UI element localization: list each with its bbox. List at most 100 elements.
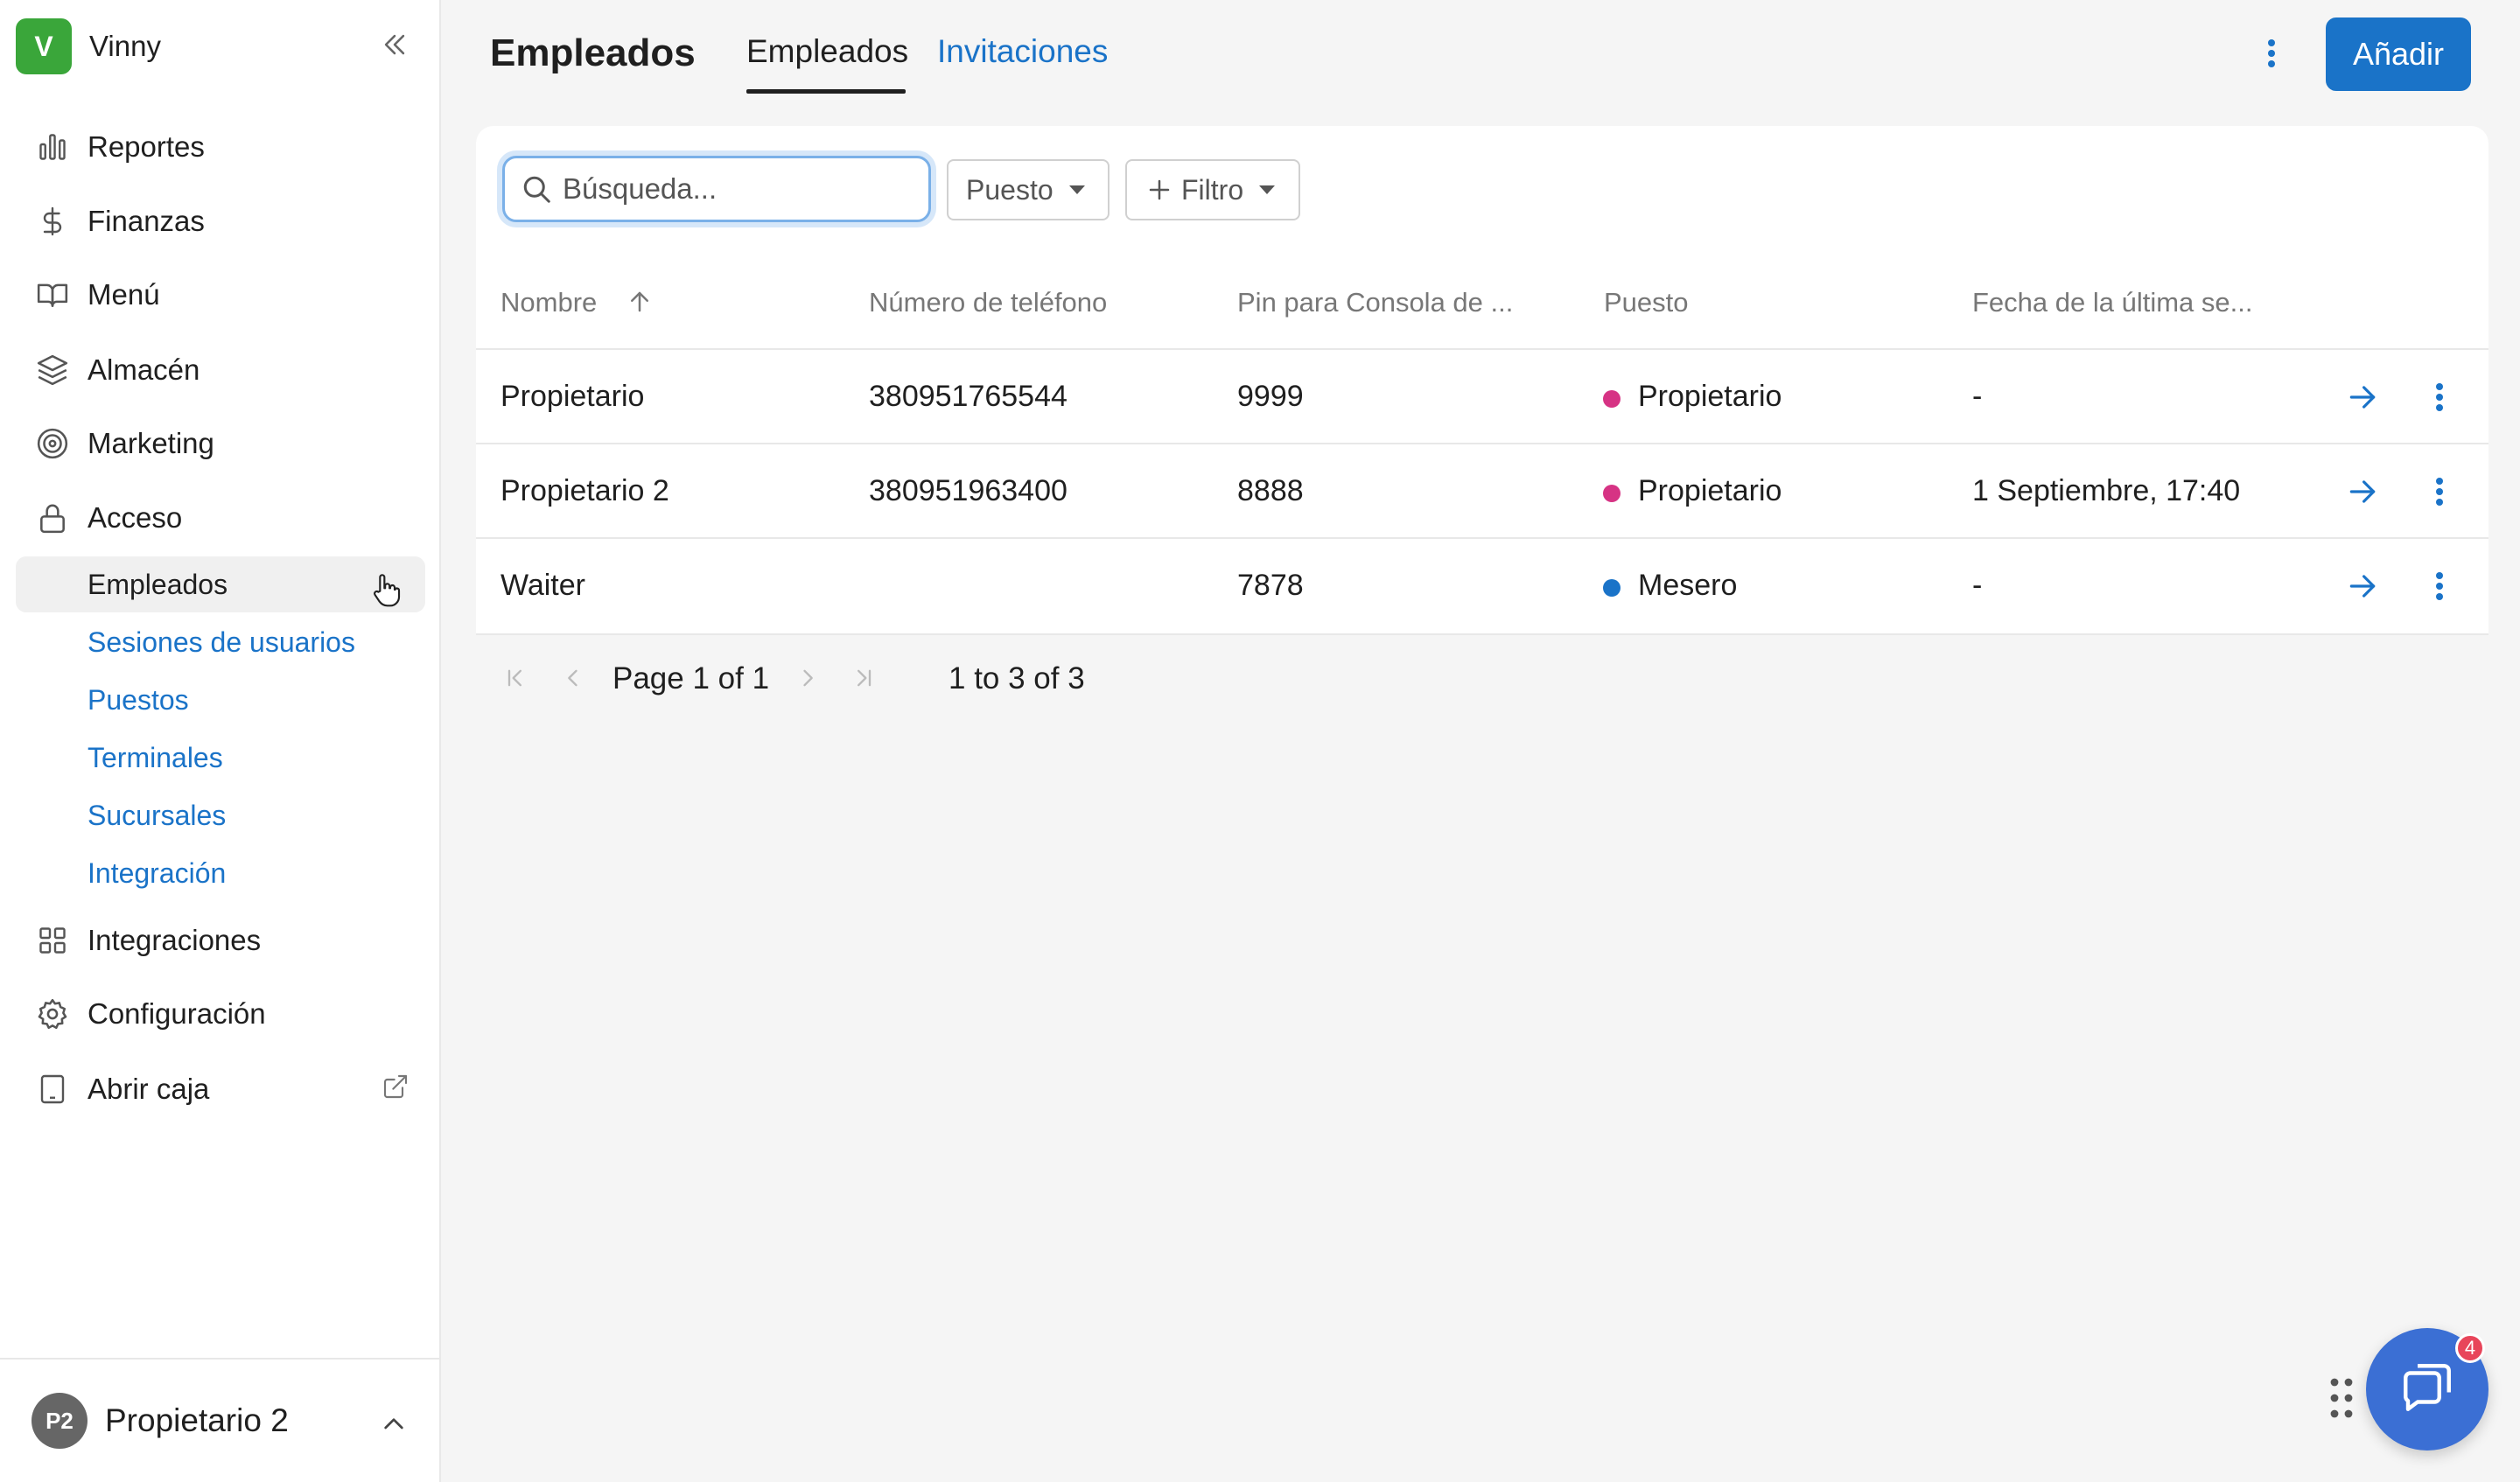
sidebar-item-marketing[interactable]: Marketing: [16, 413, 425, 474]
brand-avatar: V: [16, 18, 72, 74]
collapse-sidebar-button[interactable]: [374, 26, 415, 66]
plus-icon: [1146, 177, 1172, 203]
arrow-right-icon[interactable]: [2343, 472, 2382, 511]
row-options-icon[interactable]: [2422, 378, 2457, 416]
role-color-dot: [1603, 390, 1620, 408]
chevron-up-icon[interactable]: [376, 1407, 411, 1442]
dollar-icon: [33, 202, 72, 241]
sidebar-item-reportes[interactable]: Reportes: [16, 116, 425, 178]
next-page-icon[interactable]: [791, 661, 824, 695]
caret-down-icon: [1068, 185, 1085, 194]
row-options-icon[interactable]: [2422, 567, 2457, 605]
cell-name: Propietario: [500, 380, 645, 413]
arrow-right-icon[interactable]: [2343, 378, 2382, 416]
sort-ascending-icon[interactable]: [625, 287, 654, 317]
table-row[interactable]: Propietario 2 380951963400 8888 Propieta…: [476, 444, 2488, 537]
role-filter-dropdown[interactable]: Puesto: [947, 159, 1110, 220]
sidebar-subitem-empleados[interactable]: Empleados: [16, 556, 425, 612]
double-chevron-left-icon: [380, 30, 410, 64]
hand-cursor-icon: [371, 572, 401, 612]
arrow-right-icon[interactable]: [2343, 567, 2382, 605]
user-menu[interactable]: P2 Propietario 2: [0, 1358, 439, 1482]
vertical-dots-icon: [2266, 38, 2277, 73]
cell-pin: 8888: [1237, 474, 1304, 507]
sidebar-item-label: Reportes: [88, 130, 205, 163]
drag-handle-icon[interactable]: [2328, 1375, 2356, 1421]
role-filter-label: Puesto: [966, 173, 1054, 206]
brand[interactable]: V Vinny: [16, 18, 418, 74]
cell-role: Propietario: [1638, 474, 1782, 507]
row-options-icon[interactable]: [2422, 472, 2457, 511]
table-row[interactable]: Waiter 7878 Mesero -: [476, 539, 2488, 632]
sidebar-item-integraciones[interactable]: Integraciones: [16, 910, 425, 971]
sidebar-subitem-label: Puestos: [88, 683, 189, 716]
column-header-puesto[interactable]: Puesto: [1604, 287, 1689, 318]
avatar: P2: [32, 1393, 88, 1449]
chat-bubbles-icon: [2398, 1359, 2456, 1421]
sidebar-subitem-label: Empleados: [88, 568, 228, 600]
search-input[interactable]: [563, 172, 913, 206]
add-filter-dropdown[interactable]: Filtro: [1125, 159, 1300, 220]
brand-name: Vinny: [89, 30, 161, 62]
sidebar-item-finanzas[interactable]: Finanzas: [16, 191, 425, 252]
role-color-dot: [1603, 485, 1620, 502]
tablet-icon: [33, 1070, 72, 1108]
target-icon: [33, 424, 72, 463]
column-header-pin[interactable]: Pin para Consola de ...: [1237, 287, 1513, 318]
last-page-icon[interactable]: [847, 661, 880, 695]
bar-chart-icon: [33, 128, 72, 166]
sidebar-item-label: Integraciones: [88, 924, 262, 956]
sidebar-item-label: Almacén: [88, 353, 200, 386]
cell-pin: 9999: [1237, 380, 1304, 413]
notification-badge: 4: [2455, 1333, 2485, 1363]
lock-icon: [33, 499, 72, 537]
sidebar-item-label: Marketing: [88, 427, 214, 459]
sidebar-subitem-label: Terminales: [88, 741, 223, 773]
cell-role: Propietario: [1638, 380, 1782, 413]
sidebar-item-label: Configuración: [88, 997, 266, 1030]
filter-label: Filtro: [1181, 173, 1244, 206]
active-tab-indicator: [746, 89, 906, 94]
cell-last-session: -: [1972, 380, 1983, 413]
gear-icon: [33, 995, 72, 1033]
first-page-icon[interactable]: [499, 661, 532, 695]
sidebar-subitem-terminales[interactable]: Terminales: [16, 730, 425, 786]
column-header-telefono[interactable]: Número de teléfono: [869, 287, 1107, 318]
sidebar-item-almacen[interactable]: Almacén: [16, 339, 425, 401]
sidebar-item-abrir-caja[interactable]: Abrir caja: [16, 1059, 425, 1120]
cell-name: Waiter: [500, 569, 585, 602]
search-box[interactable]: [502, 156, 931, 222]
cell-last-session: 1 Septiembre, 17:40: [1972, 474, 2241, 507]
table-row[interactable]: Propietario 380951765544 9999 Propietari…: [476, 350, 2488, 443]
role-color-dot: [1603, 579, 1620, 597]
sidebar-item-configuracion[interactable]: Configuración: [16, 983, 425, 1045]
cell-pin: 7878: [1237, 569, 1304, 602]
sidebar: V Vinny Reportes Finanzas Menú Almacén M…: [0, 0, 441, 1482]
user-name: Propietario 2: [105, 1402, 289, 1438]
more-options-button[interactable]: [2254, 35, 2289, 75]
search-icon: [519, 171, 554, 206]
sidebar-item-acceso[interactable]: Acceso: [16, 487, 425, 549]
tab-invitaciones[interactable]: Invitaciones: [937, 33, 1108, 94]
page-title: Empleados: [490, 31, 696, 74]
cell-name: Propietario 2: [500, 474, 669, 507]
external-link-icon[interactable]: [378, 1069, 413, 1104]
sidebar-item-menu[interactable]: Menú: [16, 264, 425, 325]
add-button[interactable]: Añadir: [2326, 17, 2471, 91]
tab-empleados[interactable]: Empleados: [746, 33, 908, 94]
sidebar-subitem-puestos[interactable]: Puestos: [16, 672, 425, 728]
caret-down-icon: [1259, 185, 1276, 194]
sidebar-subitem-integracion[interactable]: Integración: [16, 845, 425, 901]
sidebar-subitem-sucursales[interactable]: Sucursales: [16, 787, 425, 843]
column-header-nombre[interactable]: Nombre: [500, 287, 597, 318]
column-header-fecha[interactable]: Fecha de la última se...: [1972, 287, 2253, 318]
page-indicator: Page 1 of 1: [612, 661, 770, 696]
sidebar-subitem-label: Sesiones de usuarios: [88, 626, 355, 658]
previous-page-icon[interactable]: [556, 661, 590, 695]
sidebar-item-label: Abrir caja: [88, 1073, 210, 1105]
row-divider: [476, 633, 2488, 635]
cell-last-session: -: [1972, 569, 1983, 602]
cell-phone: 380951963400: [869, 474, 1068, 507]
sidebar-subitem-sesiones[interactable]: Sesiones de usuarios: [16, 614, 425, 670]
sidebar-item-label: Acceso: [88, 501, 183, 534]
